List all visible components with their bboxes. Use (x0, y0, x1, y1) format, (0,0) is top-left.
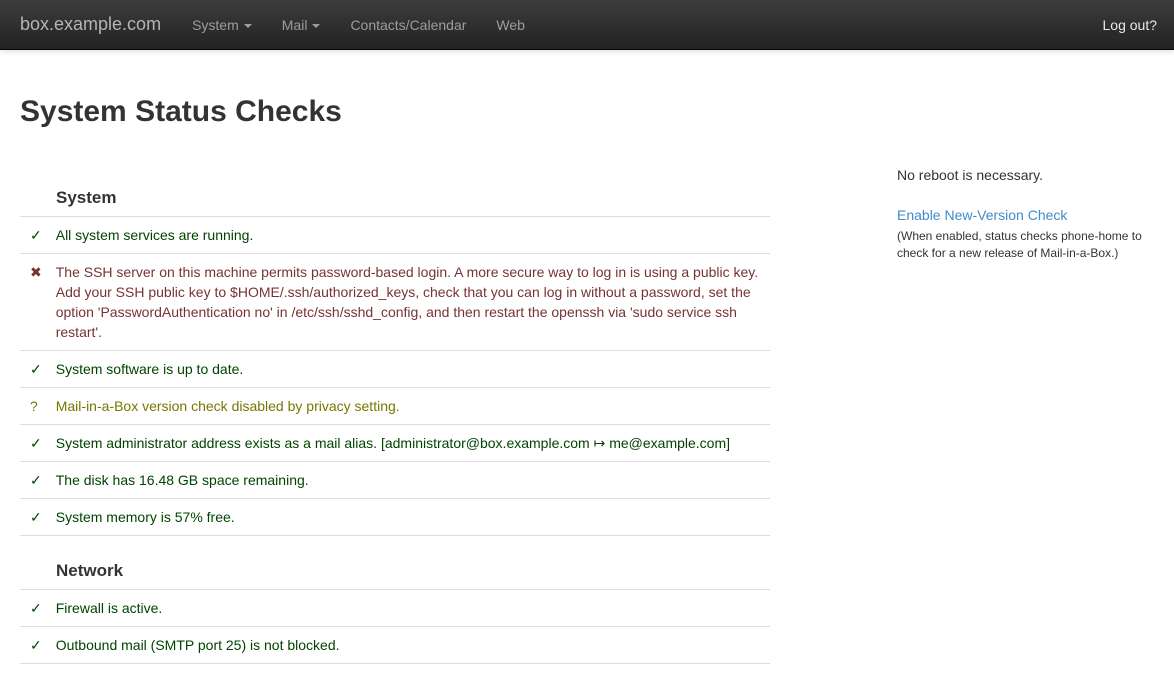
check-icon: ✓ (20, 590, 48, 627)
top-navbar: box.example.com System Mail Contacts/Cal… (0, 0, 1174, 50)
nav-item-label: System (192, 17, 239, 33)
status-row: ✖The SSH server on this machine permits … (20, 254, 770, 351)
reboot-status: No reboot is necessary. (897, 165, 1153, 185)
status-row: ?Mail-in-a-Box version check disabled by… (20, 388, 770, 425)
status-message: All system services are running. (48, 217, 770, 254)
status-row: ✓The disk has 16.48 GB space remaining. (20, 462, 770, 499)
status-row: ✓Outbound mail (SMTP port 25) is not blo… (20, 627, 770, 664)
status-row: ✓System software is up to date. (20, 351, 770, 388)
section-heading: System (20, 163, 770, 217)
status-message: System software is up to date. (48, 351, 770, 388)
status-message: System memory is 57% free. (48, 499, 770, 536)
nav-item-label: Contacts/Calendar (350, 17, 466, 33)
page-title: System Status Checks (20, 95, 770, 129)
status-row: ✓System memory is 57% free. (20, 499, 770, 536)
check-icon: ✓ (20, 499, 48, 536)
nav-menu: System Mail Contacts/Calendar Web (177, 0, 540, 50)
brand-link[interactable]: box.example.com (20, 14, 161, 35)
x-icon: ✖ (20, 254, 48, 351)
status-checks-table: System✓All system services are running.✖… (20, 163, 770, 664)
nav-item-label: Web (496, 17, 525, 33)
status-message: The disk has 16.48 GB space remaining. (48, 462, 770, 499)
check-icon: ✓ (20, 462, 48, 499)
nav-item-mail[interactable]: Mail (267, 0, 336, 50)
enable-version-check-link[interactable]: Enable New-Version Check (897, 207, 1067, 223)
status-message: Firewall is active. (48, 590, 770, 627)
caret-down-icon (244, 24, 252, 28)
status-message: The SSH server on this machine permits p… (48, 254, 770, 351)
version-check-note: (When enabled, status checks phone-home … (897, 228, 1153, 262)
sidebar: No reboot is necessary. Enable New-Versi… (897, 165, 1153, 282)
section-heading: Network (20, 536, 770, 590)
status-message: System administrator address exists as a… (48, 425, 770, 462)
logout-link[interactable]: Log out? (1103, 17, 1158, 33)
status-row: ✓System administrator address exists as … (20, 425, 770, 462)
check-icon: ✓ (20, 425, 48, 462)
section-heading-row: System (20, 163, 770, 217)
question-icon: ? (20, 388, 48, 425)
status-message: Mail-in-a-Box version check disabled by … (48, 388, 770, 425)
section-heading-row: Network (20, 536, 770, 590)
check-icon: ✓ (20, 627, 48, 664)
check-icon: ✓ (20, 351, 48, 388)
nav-item-label: Mail (282, 17, 308, 33)
status-row: ✓Firewall is active. (20, 590, 770, 627)
nav-item-web[interactable]: Web (481, 0, 540, 50)
main-content: System Status Checks System✓All system s… (20, 95, 770, 664)
status-row: ✓All system services are running. (20, 217, 770, 254)
nav-item-system[interactable]: System (177, 0, 267, 50)
check-icon: ✓ (20, 217, 48, 254)
nav-item-contacts-calendar[interactable]: Contacts/Calendar (335, 0, 481, 50)
caret-down-icon (312, 24, 320, 28)
status-message: Outbound mail (SMTP port 25) is not bloc… (48, 627, 770, 664)
